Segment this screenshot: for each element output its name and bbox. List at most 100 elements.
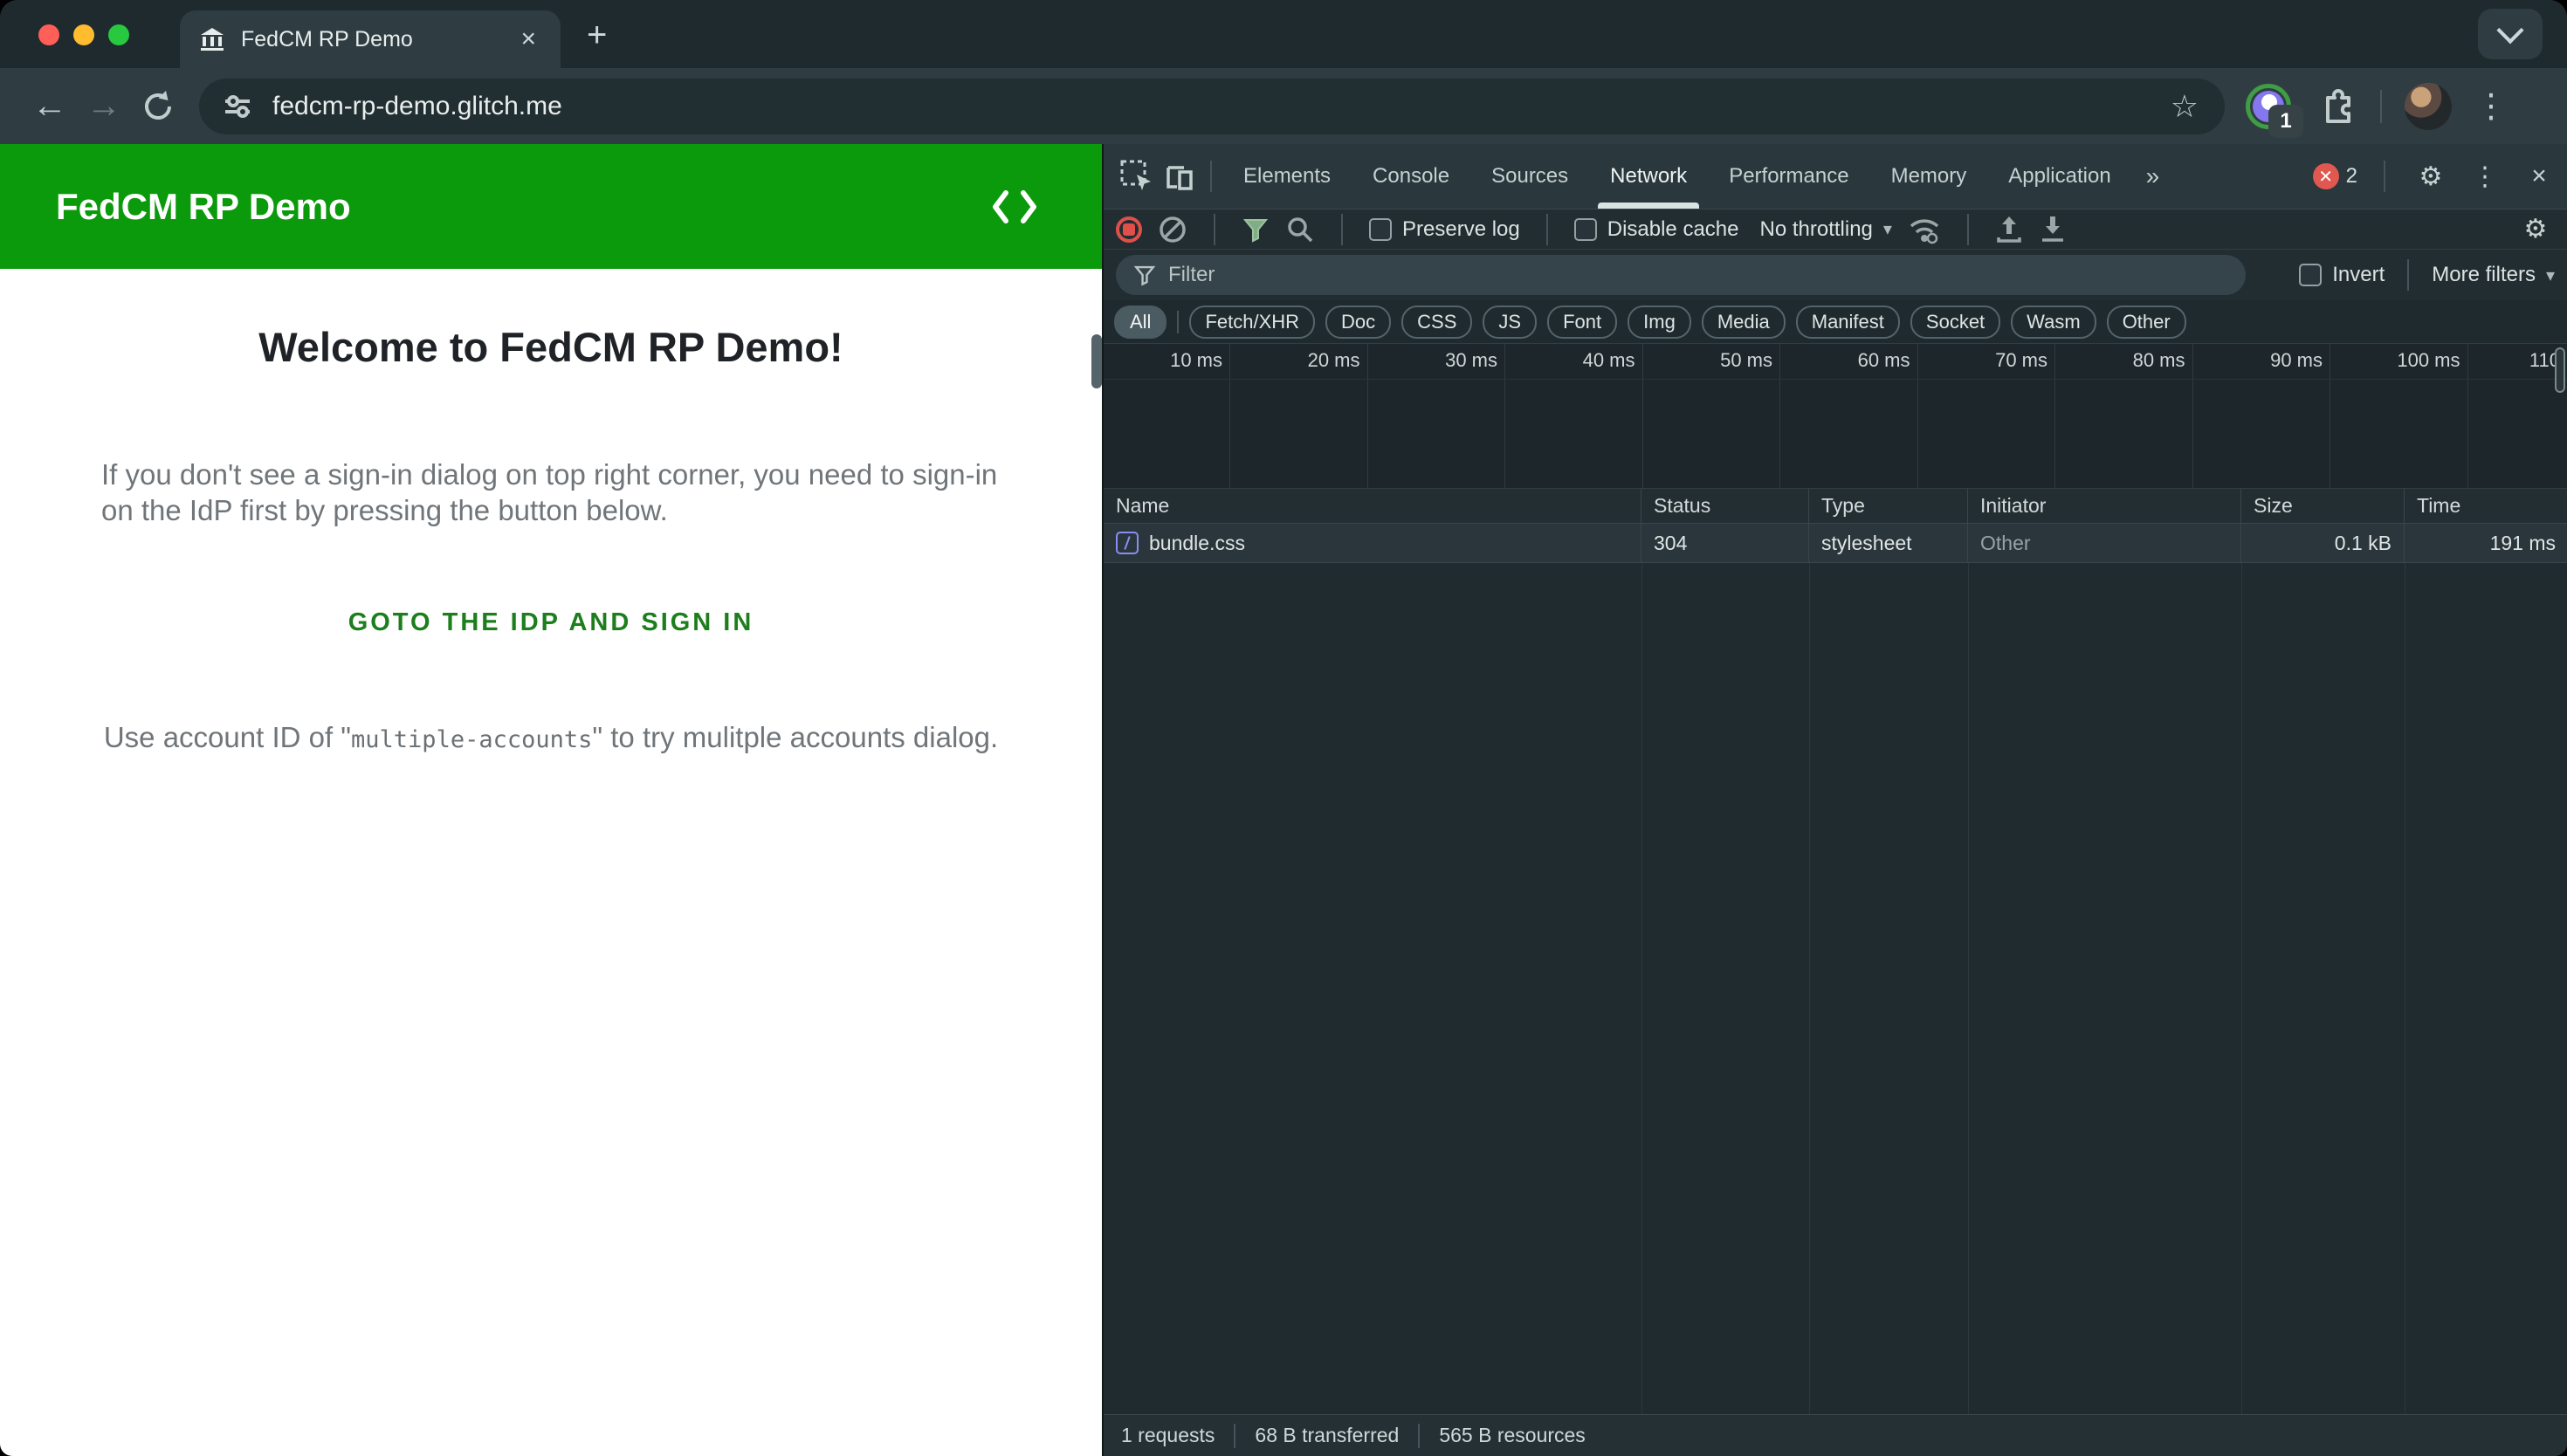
close-window-button[interactable] (38, 24, 59, 45)
page-scrollbar-thumb[interactable] (1091, 334, 1102, 388)
devtools-tab-memory[interactable]: Memory (1870, 144, 1988, 209)
filter-chip-css[interactable]: CSS (1401, 306, 1472, 339)
network-conditions-icon[interactable] (1908, 215, 1941, 244)
filter-chip-all[interactable]: All (1114, 306, 1167, 339)
column-header-size[interactable]: Size (2241, 489, 2405, 523)
filter-chip-socket[interactable]: Socket (1910, 306, 2000, 339)
devtools-menu-icon[interactable]: ⋮ (2466, 161, 2504, 192)
clear-network-log-icon[interactable] (1158, 215, 1187, 244)
timeline-label: 90 ms (2270, 349, 2323, 372)
filter-chip-font[interactable]: Font (1547, 306, 1617, 339)
account-hint-paragraph: Use account ID of "multiple-accounts" to… (0, 721, 1102, 754)
back-button[interactable]: ← (23, 79, 77, 134)
browser-window: FedCM RP Demo × + ← → fedcm-rp-demo.glit… (0, 0, 2567, 1456)
tab-search-button[interactable] (2478, 9, 2543, 59)
devtools-tab-label: Sources (1491, 164, 1568, 189)
request-initiator-cell[interactable]: Other (1968, 524, 2241, 562)
maximize-window-button[interactable] (108, 24, 129, 45)
profile-avatar[interactable] (2405, 83, 2452, 130)
record-network-log-button[interactable] (1116, 216, 1142, 243)
requests-table-empty-area (1104, 563, 2567, 1414)
devtools-close-icon[interactable]: × (2520, 161, 2558, 191)
devtools-tab-performance[interactable]: Performance (1708, 144, 1869, 209)
column-header-time[interactable]: Time (2405, 489, 2567, 523)
network-settings-gear-icon[interactable]: ⚙ (2516, 214, 2555, 244)
filter-input[interactable] (1168, 263, 2228, 287)
toolbar-right-icons: 1 ⋮ (2244, 82, 2508, 131)
column-header-type[interactable]: Type (1809, 489, 1968, 523)
invert-checkbox[interactable] (2299, 264, 2322, 286)
column-header-name[interactable]: Name (1104, 489, 1641, 523)
timeline-tick: 70 ms (1918, 344, 2056, 488)
request-size-cell[interactable]: 0.1 kB (2241, 524, 2405, 562)
devtools-tab-bar-right: ✕ 2 ⚙ ⋮ × (2313, 161, 2558, 192)
column-header-initiator[interactable]: Initiator (1968, 489, 2241, 523)
preserve-log-checkbox[interactable] (1369, 218, 1392, 241)
filter-chip-js[interactable]: JS (1483, 306, 1537, 339)
url-text[interactable]: fedcm-rp-demo.glitch.me (272, 92, 2171, 121)
filter-chip-wasm[interactable]: Wasm (2011, 306, 2096, 339)
address-bar[interactable]: fedcm-rp-demo.glitch.me ☆ (199, 79, 2225, 134)
error-count: 2 (2346, 164, 2357, 189)
devtools-tab-label: Network (1610, 164, 1687, 189)
filter-chip-media[interactable]: Media (1702, 306, 1786, 339)
filter-chip-img[interactable]: Img (1628, 306, 1691, 339)
devtools-tab-console[interactable]: Console (1352, 144, 1470, 209)
network-overview-timeline[interactable]: 10 ms20 ms30 ms40 ms50 ms60 ms70 ms80 ms… (1104, 344, 2567, 489)
browser-tab[interactable]: FedCM RP Demo × (180, 10, 561, 68)
request-status-cell[interactable]: 304 (1641, 524, 1809, 562)
filter-chip-doc[interactable]: Doc (1325, 306, 1391, 339)
filter-chip-other[interactable]: Other (2107, 306, 2186, 339)
device-toolbar-icon[interactable] (1158, 155, 1200, 197)
disable-cache-checkbox[interactable] (1574, 218, 1597, 241)
devtools-tab-network[interactable]: Network (1589, 144, 1708, 209)
code-brackets-icon[interactable] (990, 188, 1039, 226)
separator (1177, 311, 1179, 333)
separator (1967, 214, 1969, 245)
error-badge[interactable]: ✕ 2 (2313, 163, 2357, 189)
throttling-dropdown[interactable]: No throttling ▾ (1759, 217, 1891, 242)
extensions-puzzle-icon[interactable] (2316, 86, 2357, 127)
filter-field[interactable] (1116, 255, 2246, 295)
import-har-icon[interactable] (1995, 215, 2023, 244)
filter-funnel-icon[interactable] (1242, 216, 1270, 244)
preserve-log-option[interactable]: Preserve log (1369, 217, 1520, 242)
table-row[interactable]: bundle.css304stylesheetOther0.1 kB191 ms (1104, 524, 2567, 563)
request-name-cell[interactable]: bundle.css (1104, 524, 1641, 562)
search-icon[interactable] (1285, 215, 1315, 244)
column-separator (2241, 563, 2242, 1414)
new-tab-button[interactable]: + (587, 17, 607, 52)
site-settings-icon[interactable] (222, 91, 253, 122)
timeline-scrollbar-thumb[interactable] (2555, 347, 2565, 393)
bookmark-star-icon[interactable]: ☆ (2171, 88, 2199, 125)
browser-menu-icon[interactable]: ⋮ (2474, 86, 2508, 126)
timeline-tick: 30 ms (1368, 344, 1506, 488)
inspect-element-icon[interactable] (1116, 155, 1158, 197)
extension-notification-icon[interactable]: 1 (2244, 82, 2293, 131)
devtools-settings-gear-icon[interactable]: ⚙ (2412, 161, 2450, 192)
throttling-value: No throttling (1759, 217, 1872, 242)
web-page: FedCM RP Demo Welcome to FedCM RP Demo! … (0, 144, 1102, 1456)
more-tabs-icon[interactable]: » (2132, 162, 2174, 190)
request-time-cell[interactable]: 191 ms (2405, 524, 2567, 562)
reload-button[interactable] (131, 79, 185, 134)
devtools-tab-sources[interactable]: Sources (1470, 144, 1589, 209)
forward-button[interactable]: → (77, 79, 131, 134)
devtools-tab-application[interactable]: Application (1987, 144, 2131, 209)
invert-filter-option[interactable]: Invert (2299, 263, 2385, 287)
devtools-tab-elements[interactable]: Elements (1222, 144, 1352, 209)
more-filters-dropdown[interactable]: More filters ▾ (2432, 263, 2555, 287)
request-type-cell[interactable]: stylesheet (1809, 524, 1968, 562)
close-tab-icon[interactable]: × (515, 24, 541, 54)
devtools-tab-label: Performance (1729, 164, 1848, 189)
minimize-window-button[interactable] (73, 24, 94, 45)
filter-chip-fetch-xhr[interactable]: Fetch/XHR (1189, 306, 1315, 339)
column-header-status[interactable]: Status (1641, 489, 1809, 523)
filter-chip-manifest[interactable]: Manifest (1796, 306, 1900, 339)
export-har-icon[interactable] (2039, 215, 2067, 244)
timeline-tick: 50 ms (1643, 344, 1781, 488)
intro-paragraph: If you don't see a sign-in dialog on top… (101, 457, 1001, 528)
timeline-tick: 80 ms (2055, 344, 2193, 488)
goto-idp-button[interactable]: GOTO THE IDP AND SIGN IN (348, 608, 754, 637)
disable-cache-option[interactable]: Disable cache (1574, 217, 1739, 242)
